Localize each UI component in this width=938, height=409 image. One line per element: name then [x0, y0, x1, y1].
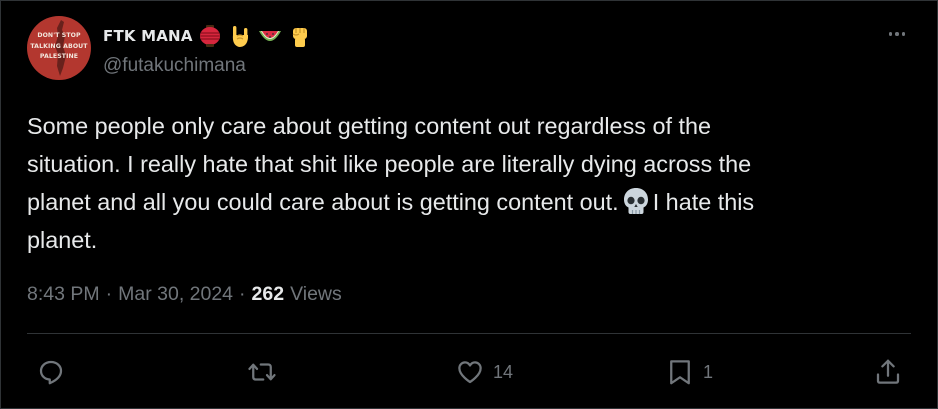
display-name[interactable]: FTK MANA [103, 27, 193, 45]
raised-fist-icon [287, 23, 313, 49]
post-text-line: planet. [27, 227, 98, 253]
red-paper-lantern-icon [197, 23, 223, 49]
post-text-line: Some people only care about getting cont… [27, 113, 711, 139]
avatar-text-line: TALKING ABOUT [30, 42, 88, 50]
more-options-button[interactable] [882, 22, 912, 46]
repost-icon [248, 363, 276, 381]
meta-separator: · [239, 282, 246, 305]
views-label: Views [290, 282, 342, 305]
post-time[interactable]: 8:43 PM [27, 283, 100, 306]
post-date[interactable]: Mar 30, 2024 [118, 283, 233, 306]
reply-button[interactable] [36, 357, 66, 387]
bookmark-button[interactable]: 1 [665, 357, 713, 387]
avatar[interactable]: DON'T STOP TALKING ABOUT PALESTINE [27, 16, 91, 80]
like-count: 14 [493, 361, 514, 382]
post-text: Some people only care about getting cont… [27, 107, 907, 259]
watermelon-icon [257, 23, 283, 49]
share-icon [876, 359, 900, 384]
post-text-line: situation. I really hate that shit like … [27, 151, 752, 177]
bookmark-icon [670, 360, 690, 385]
like-button[interactable]: 14 [455, 357, 513, 387]
post-meta: 8:43 PM · Mar 30, 2024 · 262 Views [27, 280, 342, 308]
author-name-row[interactable]: FTK MANA [103, 22, 313, 50]
skull-emoji-icon [621, 186, 651, 216]
more-dot [895, 32, 899, 36]
bookmark-count: 1 [703, 361, 714, 382]
avatar-text: DON'T STOP TALKING ABOUT PALESTINE [27, 31, 91, 63]
sign-of-horns-icon [227, 23, 253, 49]
author-handle[interactable]: @futakuchimana [103, 55, 246, 77]
avatar-text-line: PALESTINE [39, 53, 79, 60]
reply-icon [39, 360, 63, 385]
repost-button[interactable] [246, 357, 278, 387]
heart-icon [458, 361, 482, 384]
avatar-text-line: DON'T STOP [37, 32, 81, 39]
divider [27, 333, 911, 334]
post-text-segment: I hate this [652, 189, 755, 215]
share-button[interactable] [873, 357, 903, 387]
post-text-segment: planet and all you could care about is g… [27, 189, 619, 215]
views-count: 262 [251, 282, 285, 305]
more-dot [901, 32, 906, 36]
more-dot [888, 32, 893, 36]
meta-separator: · [105, 282, 113, 305]
post-text-line: planet and all you could care about is g… [27, 183, 907, 221]
